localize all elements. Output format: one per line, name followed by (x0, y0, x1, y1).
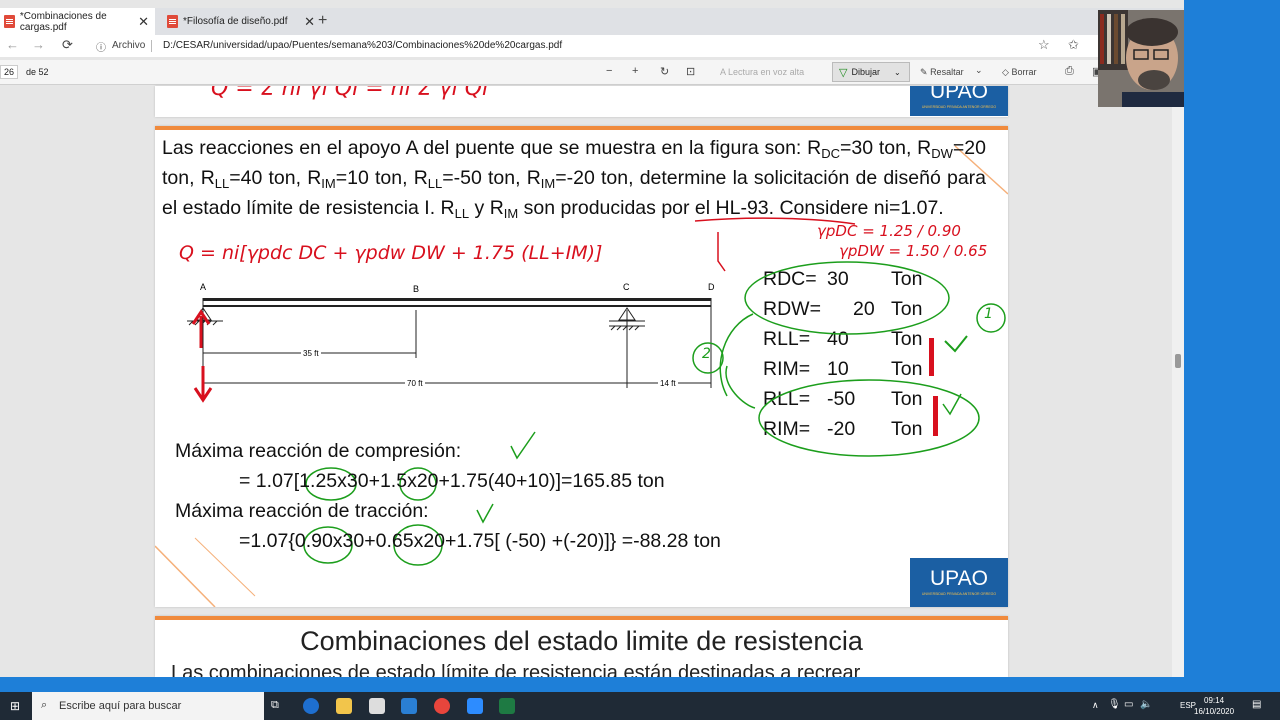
logo-subtext: UNIVERSIDAD PRIVADA ANTENOR ORREGO (921, 592, 997, 596)
info-icon: ⓘ (96, 43, 106, 54)
rotate-icon[interactable]: ↻ (660, 65, 669, 78)
chevron-down-icon[interactable]: ⌄ (975, 65, 983, 76)
tension-formula: =1.07{0.90x30+0.65x20+1.75[ (-50) +(-20)… (239, 530, 721, 552)
file-explorer-icon[interactable] (336, 698, 352, 714)
read-aloud-icon: A (720, 67, 726, 77)
compression-formula: = 1.07[1.25x30+1.5x20+1.75(40+10)]=165.8… (239, 470, 665, 492)
volume-icon[interactable]: 🔈 (1140, 699, 1152, 710)
zoom-in-icon[interactable]: + (632, 65, 638, 77)
new-tab-icon[interactable]: + (318, 12, 327, 30)
tab-label: *Combinaciones de cargas.pdf (19, 10, 107, 33)
highlight-label: Resaltar (930, 67, 964, 77)
upao-logo: UPAO UNIVERSIDAD PRIVADA ANTENOR ORREGO (910, 86, 1008, 116)
annotation-circle-2: 2 (702, 346, 711, 362)
address-bar: ← → ⟳ ⓘ Archivo D:/CESAR/universidad/upa… (0, 35, 1184, 57)
logo-text: UPAO (930, 567, 988, 590)
webcam-overlay (1098, 10, 1184, 107)
erase-label: Borrar (1011, 67, 1037, 77)
highlight-button[interactable]: ✎ Resaltar (920, 67, 964, 78)
chevron-down-icon[interactable]: ⌄ (894, 68, 901, 77)
read-aloud-button[interactable]: A Lectura en voz alta (720, 67, 804, 77)
zoom-icon[interactable] (467, 698, 483, 714)
back-icon[interactable]: ← (6, 37, 19, 52)
start-icon[interactable]: ⊞ (10, 699, 20, 713)
mail-icon[interactable] (401, 698, 417, 714)
highlighter-icon: ✎ (920, 67, 928, 77)
edge-icon[interactable] (303, 698, 319, 714)
divider (151, 40, 152, 52)
url-field[interactable]: D:/CESAR/universidad/upao/Puentes/semana… (163, 40, 562, 51)
scrollbar[interactable] (1172, 86, 1184, 677)
read-aloud-label: Lectura en voz alta (728, 67, 805, 77)
taskbar: ⊞ ⌕ Escribe aquí para buscar ⧉ ∧ 🎙 ▭ 🔈 E… (0, 692, 1280, 720)
webcam-image (1098, 10, 1184, 107)
search-icon: ⌕ (41, 699, 48, 711)
compression-title: Máxima reacción de compresión: (175, 440, 462, 462)
page-total: de 52 (26, 67, 49, 77)
handwritten-top-formula: Q = Σ ni γi Qi = ni Σ γi Qi (211, 86, 489, 101)
network-icon[interactable]: ▭ (1124, 699, 1133, 710)
edge-window: *Combinaciones de cargas.pdf ✕ *Filosofí… (0, 0, 1184, 677)
page-number-input[interactable]: 26 (0, 65, 18, 79)
tab-combinaciones[interactable]: *Combinaciones de cargas.pdf ✕ (0, 8, 155, 35)
tab-label: *Filosofía de diseño.pdf (183, 16, 288, 27)
taskbar-search[interactable]: ⌕ Escribe aquí para buscar (32, 692, 264, 720)
tab-filosofia[interactable]: *Filosofía de diseño.pdf ✕ (163, 8, 321, 35)
close-tab-icon[interactable]: ✕ (304, 14, 315, 30)
logo-text: UPAO (930, 86, 988, 103)
store-icon[interactable] (369, 698, 385, 714)
chrome-icon[interactable] (434, 698, 450, 714)
tab-strip: *Combinaciones de cargas.pdf ✕ *Filosofí… (0, 8, 1184, 35)
logo-subtext: UNIVERSIDAD PRIVADA ANTENOR ORREGO (921, 105, 997, 109)
close-tab-icon[interactable]: ✕ (138, 14, 149, 30)
address-scheme-label: Archivo (112, 40, 146, 51)
clock[interactable]: 09:14 16/10/2020 (1194, 695, 1234, 717)
pen-icon: ▽ (839, 66, 848, 79)
print-icon[interactable]: ⎙ (1065, 65, 1074, 78)
favorite-icon[interactable]: ☆ (1038, 37, 1050, 53)
orange-rule (155, 616, 1008, 620)
pdf-icon (167, 15, 178, 28)
scrollbar-thumb[interactable] (1175, 354, 1181, 368)
draw-button[interactable]: ▽ Dibujar ⌄ (832, 62, 910, 82)
microphone-icon[interactable]: 🎙 (1108, 699, 1121, 710)
erase-button[interactable]: ◇ Borrar (1002, 67, 1036, 78)
slide-previous: Q = Σ ni γi Qi = ni Σ γi Qi UPAO UNIVERS… (155, 86, 1008, 117)
refresh-icon[interactable]: ⟳ (62, 37, 73, 53)
tension-title: Máxima reacción de tracción: (175, 500, 429, 522)
favorites-bar-icon[interactable]: ✩ (1068, 37, 1079, 53)
notifications-icon[interactable]: ▤ (1252, 699, 1261, 710)
upao-logo: UPAO UNIVERSIDAD PRIVADA ANTENOR ORREGO (910, 558, 1008, 607)
zoom-out-icon[interactable]: − (606, 65, 612, 77)
pdf-icon (4, 15, 15, 28)
clock-time: 09:14 (1204, 696, 1225, 705)
next-slide-text: Las combinaciones de estado límite de re… (171, 662, 861, 677)
forward-icon[interactable]: → (32, 37, 45, 52)
slide-current: Las reacciones en el apoyo A del puente … (155, 126, 1008, 607)
slide-next: Combinaciones del estado limite de resis… (155, 616, 1008, 677)
clock-date: 16/10/2020 (1194, 707, 1235, 716)
tray-chevron-icon[interactable]: ∧ (1092, 700, 1099, 711)
pdf-toolbar: 26 de 52 − + ↻ ⊡ A Lectura en voz alta ▽… (0, 60, 1184, 85)
search-placeholder: Escribe aquí para buscar (59, 700, 182, 712)
excel-icon[interactable] (499, 698, 515, 714)
eraser-icon: ◇ (1002, 67, 1009, 77)
annotation-circle-1: 1 (984, 306, 993, 322)
task-view-icon[interactable]: ⧉ (271, 699, 279, 712)
next-slide-title: Combinaciones del estado limite de resis… (300, 626, 863, 656)
fit-page-icon[interactable]: ⊡ (686, 65, 695, 78)
draw-label: Dibujar (851, 67, 880, 77)
